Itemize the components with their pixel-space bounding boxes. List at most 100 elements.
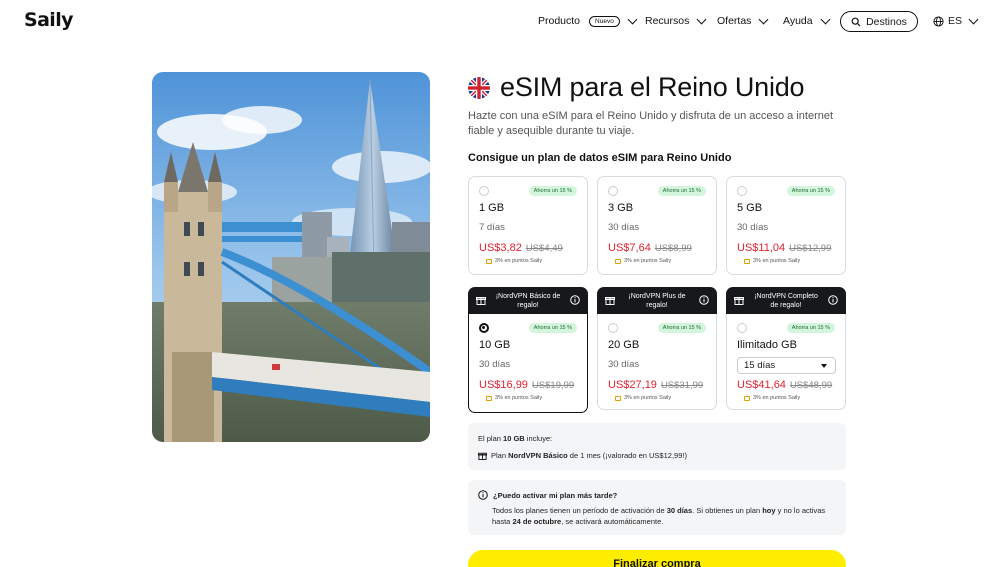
nav-ofertas[interactable]: Ofertas [717,14,769,27]
plan-days: 30 días [479,359,511,370]
faq-a1: Todos los planes tienen un período de ac… [492,506,667,515]
chevron-down-icon [696,14,707,24]
page-title: eSIM para el Reino Unido [500,72,805,102]
faq-days: 30 días [666,506,693,515]
chevron-down-icon [968,14,979,24]
promo-text: ¡NordVPN Completo de regalo! [754,292,818,309]
plan-price: US$16,99 US$19,99 [479,379,574,391]
save-badge: Ahorra un 15 % [657,323,706,333]
page-header: eSIM para el Reino Unido [468,72,805,103]
tower-bridge-image [152,72,430,442]
plan-card-unlimited[interactable]: Ahorra un 15 % Ilimitado GB 15 días US$4… [726,314,846,410]
gift-icon [734,297,744,305]
save-badge: Ahorra un 15 % [657,186,706,196]
current-price: US$27,19 [608,379,657,391]
points-info: 3% en puntos Saily [486,258,542,264]
points-label: 3% en puntos Saily [624,258,672,264]
old-price: US$48,99 [789,380,833,391]
language-selector[interactable]: ES [933,14,979,27]
plan-data: 10 GB [479,339,511,351]
plan-price: US$41,64 US$48,99 [737,379,832,391]
points-icon [615,258,621,264]
plan-radio[interactable] [737,186,747,196]
includes-plan: 10 GB [503,434,525,443]
current-price: US$7,64 [608,242,651,254]
plan-card-10gb[interactable]: Ahorra un 15 % 10 GB 30 días US$16,99 US$… [468,314,588,413]
promo-banner-nordvpn-complete: ¡NordVPN Completo de regalo! [726,287,846,314]
faq-date: 24 de octubre [512,517,562,526]
faq-question: ¿Puedo activar mi plan más tarde? [493,490,618,500]
nav-recursos[interactable]: Recursos [645,14,707,27]
activation-faq-panel: ¿Puedo activar mi plan más tarde? Todos … [468,480,846,535]
current-price: US$3,82 [479,242,522,254]
gift-icon [605,297,615,305]
globe-icon [933,15,944,27]
plan-card-3gb[interactable]: Ahorra un 15 % 3 GB 30 días US$7,64 US$8,… [597,176,717,275]
promo-banner-nordvpn-basic: ¡NordVPN Básico de regalo! [468,287,588,314]
promo-banner-nordvpn-plus: ¡NordVPN Plus de regalo! [597,287,717,314]
points-icon [744,395,750,401]
checkout-button[interactable]: Finalizar compra [468,550,846,567]
points-label: 3% en puntos Saily [495,395,543,401]
current-price: US$11,04 [737,242,786,254]
gift-icon [476,297,486,305]
plan-data: 20 GB [608,339,640,351]
plan-days: 30 días [608,222,640,233]
nav-recursos-label: Recursos [645,15,690,27]
days-select-value: 15 días [744,360,776,371]
faq-a2: . Si obtienes un plan [692,506,763,515]
gift-icon [478,452,487,460]
points-icon [615,395,621,401]
search-icon [851,17,861,26]
old-price: US$12,99 [789,243,832,254]
item-bold: NordVPN Básico [508,451,568,460]
faq-today: hoy [762,506,776,515]
points-icon [744,258,750,264]
saily-logo[interactable]: Saily [24,9,74,31]
plan-radio[interactable] [608,323,618,333]
save-badge: Ahorra un 15 % [786,323,835,333]
nav-producto-label: Producto [538,15,581,27]
points-label: 3% en puntos Saily [753,258,801,264]
info-icon[interactable] [570,295,580,305]
site-header: Saily Producto Nuevo Recursos Ofertas Ay… [0,0,1000,44]
points-info: 3% en puntos Saily [615,395,671,401]
plan-radio-selected[interactable] [479,323,489,333]
destinations-button[interactable]: Destinos [840,11,918,32]
nav-ayuda-label: Ayuda [783,15,813,27]
faq-question-row: ¿Puedo activar mi plan más tarde? [478,490,617,500]
points-label: 3% en puntos Saily [753,395,801,401]
info-icon[interactable] [828,295,838,305]
points-icon [486,395,492,401]
plan-includes-panel: El plan 10 GB incluye: Plan NordVPN Bási… [468,423,846,470]
faq-answer: Todos los planes tienen un período de ac… [492,505,837,527]
points-info: 3% en puntos Saily [615,258,671,264]
days-select[interactable]: 15 días [737,357,836,374]
old-price: US$31,99 [660,380,704,391]
item-prefix: Plan [491,451,509,460]
info-icon[interactable] [699,295,709,305]
plan-card-1gb[interactable]: Ahorra un 15 % 1 GB 7 días US$3,82 US$4,4… [468,176,588,275]
save-badge: Ahorra un 15 % [528,323,577,333]
plan-radio[interactable] [608,186,618,196]
points-info: 3% en puntos Saily [744,395,800,401]
includes-prefix: El plan [478,434,504,443]
faq-a4: , se activará automáticamente. [561,517,664,526]
plan-radio[interactable] [479,186,489,196]
plan-radio[interactable] [737,323,747,333]
current-price: US$41,64 [737,379,786,391]
points-label: 3% en puntos Saily [624,395,672,401]
old-price: US$8,99 [654,243,692,254]
chevron-down-icon [820,14,831,24]
includes-title: El plan 10 GB incluye: [478,434,552,443]
points-info: 3% en puntos Saily [744,258,800,264]
current-price: US$16,99 [479,379,528,391]
nav-producto[interactable]: Producto Nuevo [538,14,638,27]
uk-flag-icon [468,76,490,99]
plan-price: US$3,82 US$4,49 [479,242,563,254]
plan-data: 5 GB [737,202,763,214]
caret-down-icon [821,364,827,368]
plan-card-5gb[interactable]: Ahorra un 15 % 5 GB 30 días US$11,04 US$1… [726,176,846,275]
plan-card-20gb[interactable]: Ahorra un 15 % 20 GB 30 días US$27,19 US$… [597,314,717,410]
nav-ayuda[interactable]: Ayuda [783,14,831,27]
